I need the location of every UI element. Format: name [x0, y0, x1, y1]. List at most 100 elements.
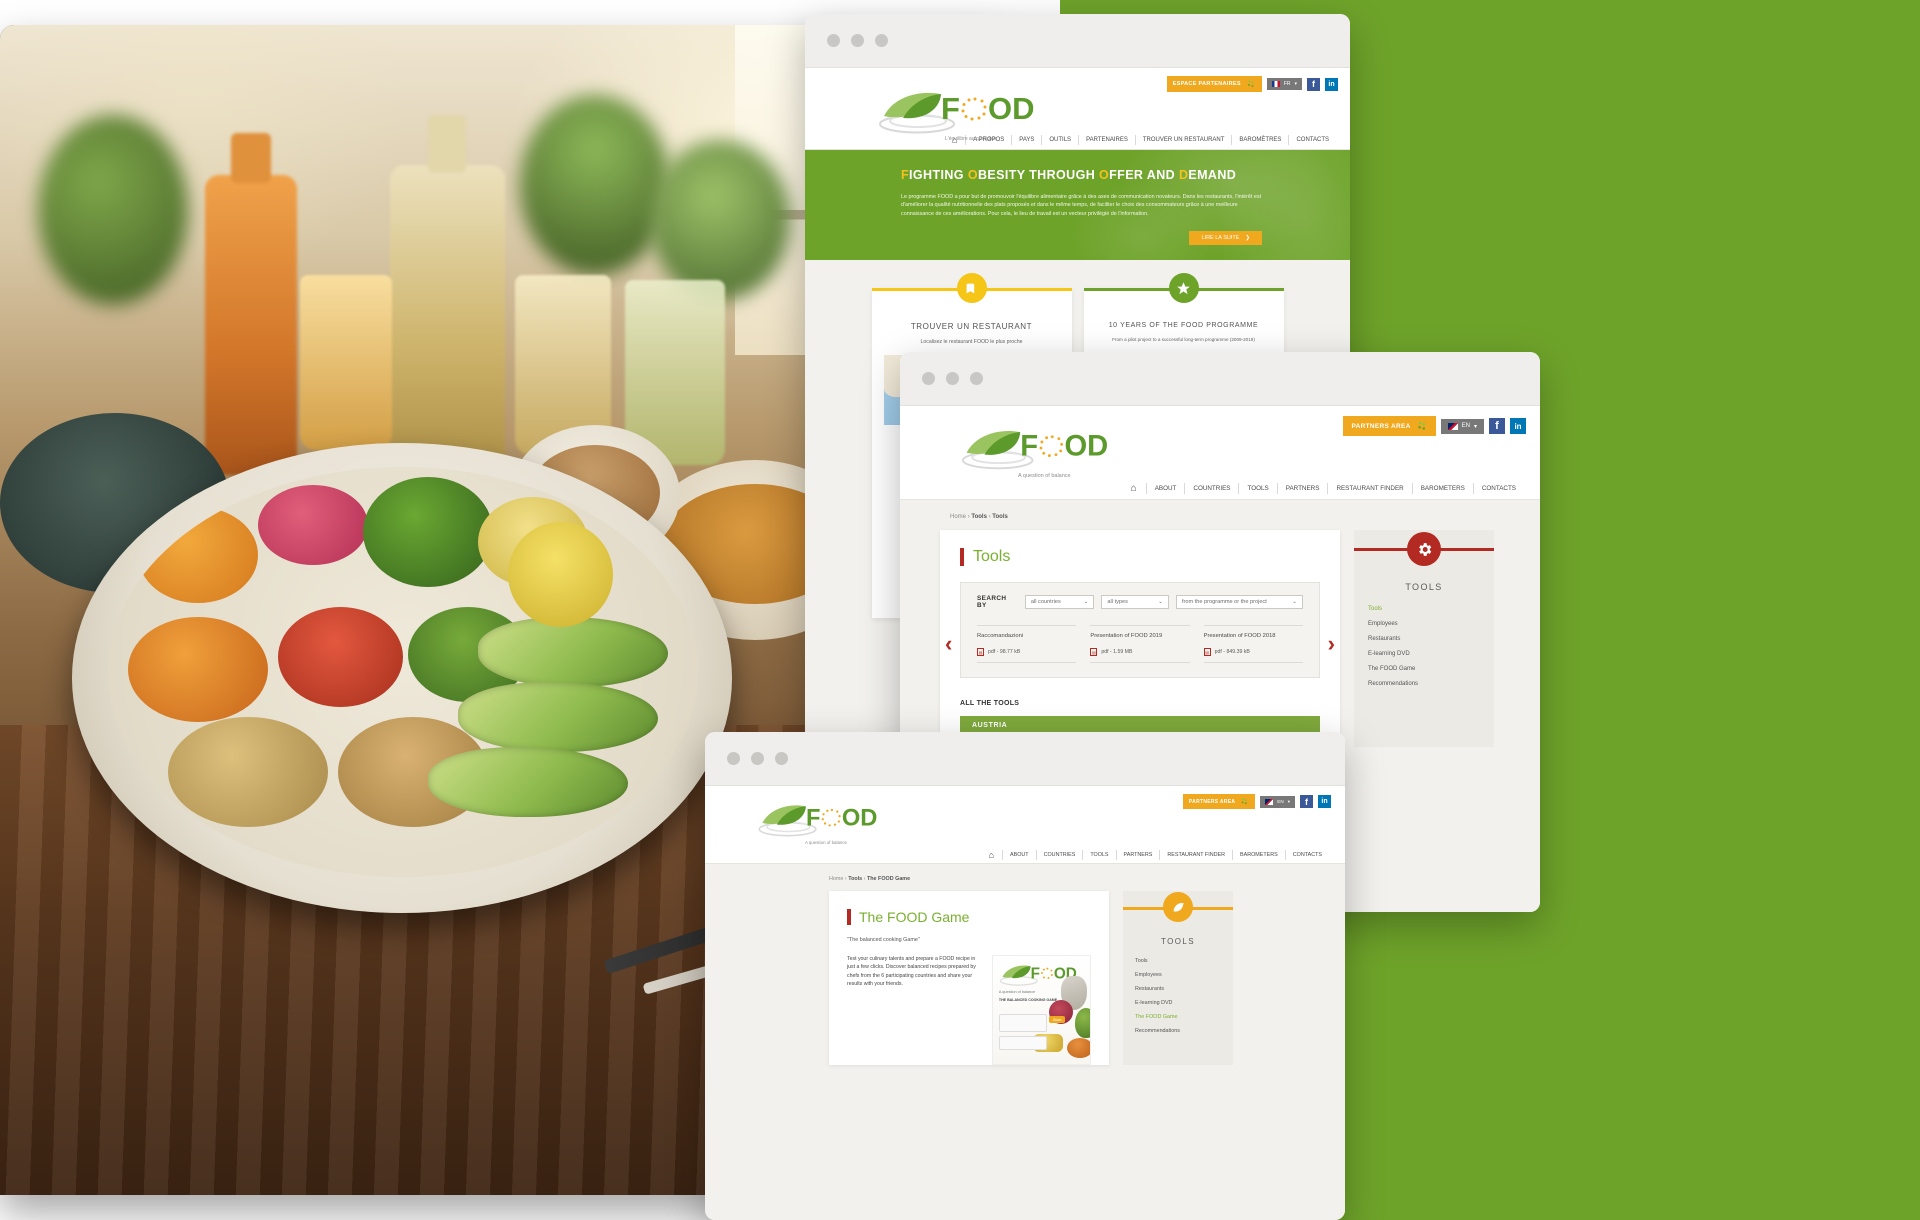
nav-item-6[interactable]: CONTACTS — [1288, 134, 1336, 145]
partners-area-button[interactable]: PARTNERS AREA — [1343, 416, 1436, 436]
game-input-box[interactable] — [998, 1014, 1047, 1032]
window-chrome[interactable] — [900, 352, 1540, 406]
window-minimize-dot[interactable] — [851, 34, 864, 47]
nav-item-3[interactable]: PARTNERS — [1276, 483, 1328, 494]
site-logo[interactable]: F OD A question of balance — [757, 800, 887, 845]
pdf-icon: ▤ — [1090, 648, 1098, 656]
home-icon[interactable]: ⌂ — [981, 850, 1002, 860]
sidebar-menu[interactable]: Tools Employees Restaurants E-learning D… — [1123, 958, 1233, 1034]
language-selector[interactable]: EN ▾ — [1440, 418, 1484, 434]
window-chrome[interactable] — [705, 732, 1345, 786]
window-close-dot[interactable] — [827, 34, 840, 47]
window-minimize-dot[interactable] — [946, 372, 959, 385]
sidebar-item-food-game[interactable]: The FOOD Game — [1135, 1014, 1233, 1020]
documents-carousel: Raccomandazioni ▤ pdf - 98.77 kB Present… — [977, 625, 1303, 663]
header-actions[interactable]: PARTNERS AREA EN ▾ f in — [1343, 416, 1526, 436]
photo-glass — [300, 275, 392, 450]
partners-area-button[interactable]: ESPACE PARTENAIRES — [1166, 76, 1262, 92]
game-preview-image[interactable]: F OD A question of balance THE BALANCED … — [991, 955, 1091, 1065]
sidebar-item-restaurants[interactable]: Restaurants — [1368, 636, 1494, 642]
game-start-badge[interactable]: Start — [1048, 1016, 1066, 1023]
sidebar-item-restaurants[interactable]: Restaurants — [1135, 986, 1233, 992]
nav-item-0[interactable]: ABOUT — [1002, 849, 1036, 860]
document-item[interactable]: Raccomandazioni ▤ pdf - 98.77 kB — [977, 625, 1077, 663]
nav-item-6[interactable]: CONTACTS — [1472, 483, 1524, 494]
breadcrumb-item-0[interactable]: Home — [829, 876, 843, 882]
main-navigation[interactable]: ⌂ ABOUT COUNTRIES TOOLS PARTNERS RESTAUR… — [705, 846, 1345, 864]
partners-area-button[interactable]: PARTNERS AREA — [1182, 794, 1256, 809]
nav-item-5[interactable]: BAROMETERS — [1232, 849, 1285, 860]
language-selector[interactable]: FR ▾ — [1266, 78, 1302, 90]
window-maximize-dot[interactable] — [970, 372, 983, 385]
showcase-stage: ESPACE PARTENAIRES FR ▾ f in F OD L'équi… — [0, 0, 1920, 1220]
read-more-button[interactable]: LIRE LA SUITE ❯ — [1189, 231, 1262, 246]
linkedin-icon[interactable]: in — [1510, 418, 1526, 434]
nav-item-3[interactable]: PARTNERS — [1115, 849, 1160, 860]
nav-item-4[interactable]: RESTAURANT FINDER — [1159, 849, 1232, 860]
nav-item-5[interactable]: BAROMÈTRES — [1231, 134, 1288, 145]
read-more-label: LIRE LA SUITE — [1201, 235, 1240, 242]
nav-item-2[interactable]: TOOLS — [1238, 483, 1276, 494]
nav-item-1[interactable]: COUNTRIES — [1035, 849, 1083, 860]
sidebar-item-elearning-dvd[interactable]: E-learning DVD — [1368, 651, 1494, 657]
game-input-box[interactable] — [998, 1036, 1047, 1050]
site-logo[interactable]: F OD L'équilibre au quotidien — [877, 88, 1047, 142]
nav-item-4[interactable]: RESTAURANT FINDER — [1327, 483, 1411, 494]
language-selector[interactable]: EN ▾ — [1260, 795, 1295, 808]
select-source[interactable]: from the programme or the project ⌄ — [1175, 595, 1303, 609]
facebook-icon[interactable]: f — [1307, 77, 1320, 91]
sidebar-item-recommendations[interactable]: Recommendations — [1368, 681, 1494, 687]
card-subtitle: Localisez le restaurant FOOD le plus pro… — [920, 339, 1023, 345]
carousel-next-button[interactable]: › — [1328, 631, 1335, 657]
linkedin-icon[interactable]: in — [1318, 795, 1331, 808]
hero-banner: FIGHTING OBESITY THROUGH OFFER AND DEMAN… — [805, 150, 1350, 260]
food-logo-icon: F OD — [961, 431, 1108, 470]
breadcrumb-item-0[interactable]: Home — [950, 514, 966, 520]
sidebar-item-recommendations[interactable]: Recommendations — [1135, 1028, 1233, 1034]
document-item[interactable]: Presentation of FOOD 2019 ▤ pdf - 1.59 M… — [1090, 625, 1190, 663]
carousel-prev-button[interactable]: ‹ — [945, 631, 952, 657]
window-minimize-dot[interactable] — [751, 752, 764, 765]
nav-item-1[interactable]: COUNTRIES — [1184, 483, 1238, 494]
chevron-down-icon: ▾ — [1287, 798, 1290, 804]
breadcrumb[interactable]: Home › Tools › The FOOD Game — [705, 864, 1345, 891]
breadcrumb-item-1[interactable]: Tools — [971, 514, 987, 520]
window-close-dot[interactable] — [922, 372, 935, 385]
window-close-dot[interactable] — [727, 752, 740, 765]
flag-icon — [1271, 81, 1280, 87]
main-navigation[interactable]: ⌂ ABOUT COUNTRIES TOOLS PARTNERS RESTAUR… — [900, 478, 1540, 500]
sidebar-item-employees[interactable]: Employees — [1135, 972, 1233, 978]
window-maximize-dot[interactable] — [875, 34, 888, 47]
breadcrumb[interactable]: Home › Tools › Tools — [900, 500, 1540, 530]
breadcrumb-item-1[interactable]: Tools — [848, 876, 862, 882]
game-brand-sub: A question of balance — [998, 990, 1036, 994]
search-by-label: SEARCH BY — [977, 595, 1007, 609]
linkedin-icon[interactable]: in — [1325, 77, 1338, 91]
header-actions[interactable]: PARTNERS AREA EN ▾ f in — [1182, 794, 1331, 809]
window-chrome[interactable] — [805, 14, 1350, 68]
nav-item-2[interactable]: TOOLS — [1082, 849, 1115, 860]
sidebar-item-tools[interactable]: Tools — [1135, 958, 1233, 964]
header-actions[interactable]: ESPACE PARTENAIRES FR ▾ f in — [1166, 76, 1338, 92]
svg-text:F: F — [1031, 965, 1040, 982]
site-logo[interactable]: F OD A question of balance — [960, 424, 1120, 479]
select-types[interactable]: all types ⌄ — [1101, 595, 1169, 609]
nav-item-6[interactable]: CONTACTS — [1284, 849, 1329, 860]
home-icon[interactable]: ⌂ — [1122, 483, 1146, 494]
window-maximize-dot[interactable] — [775, 752, 788, 765]
sidebar-menu[interactable]: Tools Employees Restaurants E-learning D… — [1354, 606, 1494, 687]
nav-item-4[interactable]: TROUVER UN RESTAURANT — [1134, 134, 1232, 145]
sidebar-item-tools[interactable]: Tools — [1368, 606, 1494, 612]
facebook-icon[interactable]: f — [1489, 418, 1505, 434]
select-countries[interactable]: all countries ⌄ — [1024, 595, 1095, 609]
nav-item-0[interactable]: ABOUT — [1145, 483, 1185, 494]
document-item[interactable]: Presentation of FOOD 2018 ▤ pdf - 849.39… — [1203, 625, 1303, 663]
sidebar-item-employees[interactable]: Employees — [1368, 621, 1494, 627]
sidebar-item-food-game[interactable]: The FOOD Game — [1368, 666, 1494, 672]
facebook-icon[interactable]: f — [1300, 795, 1313, 808]
nav-item-3[interactable]: PARTENAIRES — [1078, 134, 1135, 145]
browser-window-food-game[interactable]: PARTNERS AREA EN ▾ f in F OD A question … — [705, 732, 1345, 1220]
nav-item-5[interactable]: BAROMETERS — [1411, 483, 1473, 494]
document-meta: pdf - 98.77 kB — [988, 649, 1021, 655]
sidebar-item-elearning-dvd[interactable]: E-learning DVD — [1135, 1000, 1233, 1006]
